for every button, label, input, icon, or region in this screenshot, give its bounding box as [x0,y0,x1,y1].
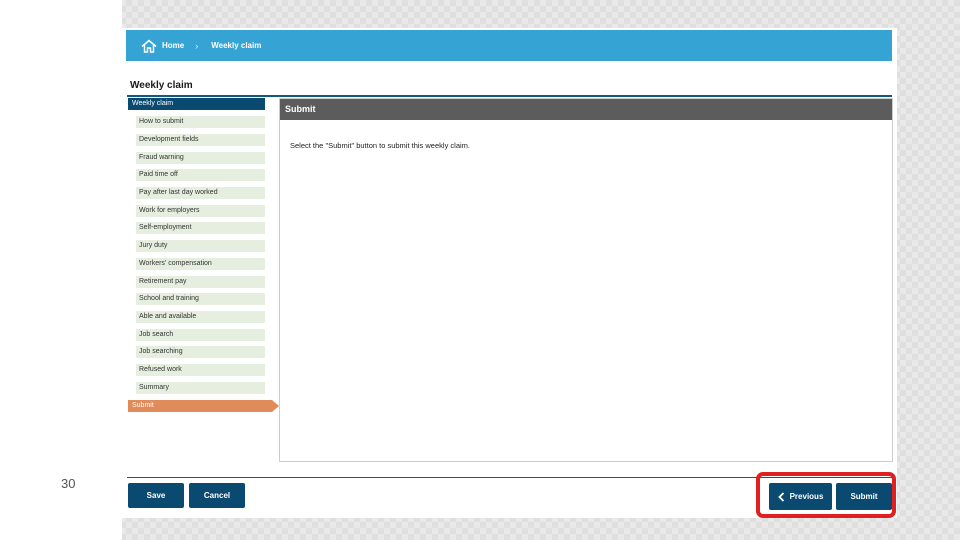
footer-divider [127,477,892,478]
app-screenshot: Home › Weekly claim Weekly claim Weekly … [122,28,897,518]
previous-button-label: Previous [789,492,824,501]
title-divider [127,95,892,97]
chevron-left-icon [777,491,784,502]
nav-item-retirement-pay[interactable]: Retirement pay [136,276,265,288]
nav-item-fraud-warning[interactable]: Fraud warning [136,152,265,164]
breadcrumb-separator-icon: › [195,40,199,51]
nav-item-job-searching[interactable]: Job searching [136,346,265,358]
nav-item-job-search[interactable]: Job search [136,329,265,341]
nav-item-paid-time-off[interactable]: Paid time off [136,169,265,181]
slide-number: 30 [61,476,76,491]
nav-item-workers-compensation[interactable]: Workers' compensation [136,258,265,270]
nav-item-submit-active[interactable]: Submit [128,400,279,412]
cancel-button[interactable]: Cancel [189,483,245,508]
panel-title: Submit [280,99,892,120]
page-title: Weekly claim [130,80,193,91]
nav-item-refused-work[interactable]: Refused work [136,364,265,376]
save-button[interactable]: Save [128,483,184,508]
nav-item-submit-label: Submit [132,402,154,409]
top-navigation-bar: Home › Weekly claim [126,30,892,61]
breadcrumb-current: Weekly claim [211,41,262,50]
nav-item-school-and-training[interactable]: School and training [136,293,265,305]
nav-item-summary[interactable]: Summary [136,382,265,394]
nav-item-able-and-available[interactable]: Able and available [136,311,265,323]
submit-button[interactable]: Submit [836,483,892,510]
submit-panel: Submit Select the "Submit" button to sub… [279,98,893,462]
nav-item-self-employment[interactable]: Self-employment [136,222,265,234]
nav-item-jury-duty[interactable]: Jury duty [136,240,265,252]
breadcrumb-home[interactable]: Home [162,41,184,50]
home-icon[interactable] [141,38,157,53]
previous-button[interactable]: Previous [769,483,832,510]
nav-item-how-to-submit[interactable]: How to submit [136,116,265,128]
nav-header: Weekly claim [128,98,265,110]
slide-margin [0,0,122,540]
nav-item-development-fields[interactable]: Development fields [136,134,265,146]
nav-item-pay-after-last-day[interactable]: Pay after last day worked [136,187,265,199]
nav-item-work-for-employers[interactable]: Work for employers [136,205,265,217]
panel-instruction: Select the "Submit" button to submit thi… [290,141,470,150]
